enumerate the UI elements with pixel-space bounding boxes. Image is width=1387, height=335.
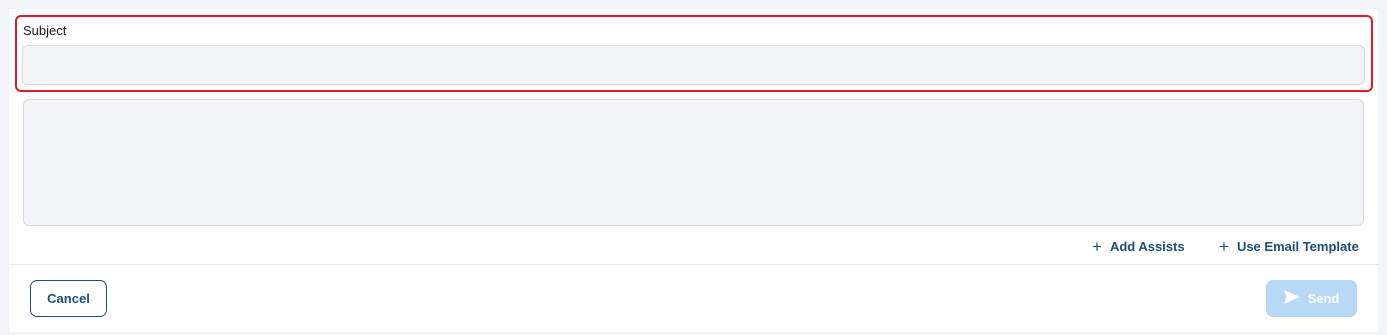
paper-plane-icon — [1283, 290, 1300, 307]
send-button[interactable]: Send — [1266, 280, 1357, 317]
subject-label: Subject — [23, 23, 67, 38]
use-email-template-label: Use Email Template — [1236, 238, 1359, 254]
footer-divider — [9, 264, 1378, 265]
subject-field-group: Subject — [15, 15, 1373, 92]
add-assists-label: Add Assists — [1109, 238, 1185, 254]
email-compose-panel: Subject + Add Assists + Use Email Templa… — [9, 9, 1378, 332]
plus-icon: + — [1092, 236, 1102, 256]
cancel-button[interactable]: Cancel — [30, 280, 107, 317]
subject-input[interactable] — [22, 45, 1365, 85]
send-label: Send — [1307, 291, 1340, 306]
plus-icon: + — [1219, 236, 1229, 256]
message-body-textarea[interactable] — [23, 99, 1364, 226]
add-assists-link[interactable]: + Add Assists — [1092, 237, 1185, 255]
use-email-template-link[interactable]: + Use Email Template — [1219, 237, 1359, 255]
